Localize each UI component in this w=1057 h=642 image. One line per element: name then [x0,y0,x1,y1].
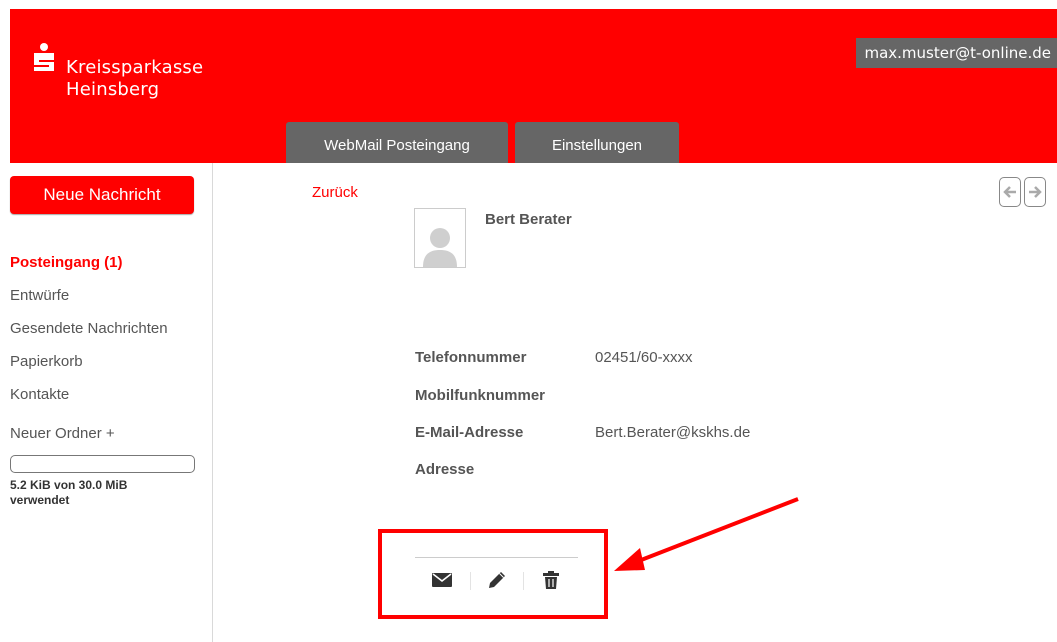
previous-button[interactable] [999,177,1021,207]
folder-drafts[interactable]: Entwürfe [10,284,168,317]
contact-avatar [414,208,466,268]
person-placeholder-icon [423,228,457,267]
next-button[interactable] [1024,177,1046,207]
brand-name-line1: Kreissparkasse [66,57,204,78]
phone-value: 02451/60-xxxx [595,349,693,366]
address-label: Adresse [415,461,475,478]
email-label: E-Mail-Adresse [415,424,524,441]
brand-name-line2: Heinsberg [66,79,160,100]
app-header: Kreissparkasse Heinsberg max.muster@t-on… [10,9,1057,163]
tab-settings[interactable]: Einstellungen [515,122,679,163]
arrow-left-icon [1003,186,1016,198]
phone-label: Telefonnummer [415,349,527,366]
annotation-arrow-icon [614,497,799,571]
arrow-right-icon [1029,186,1042,198]
contact-name: Bert Berater [485,211,572,228]
mobile-label: Mobilfunknummer [415,387,545,404]
folder-list: Posteingang (1) Entwürfe Gesendete Nachr… [10,251,168,416]
folder-contacts[interactable]: Kontakte [10,383,168,416]
sidebar-divider [212,163,213,642]
new-folder-link[interactable]: Neuer Ordner + [10,424,115,444]
user-email-badge[interactable]: max.muster@t-online.de [856,38,1057,68]
back-link[interactable]: Zurück [312,184,358,202]
brand-logo[interactable]: Kreissparkasse Heinsberg [32,43,203,101]
storage-quota-bar [10,455,195,473]
sparkasse-s-icon [34,43,54,71]
new-message-button[interactable]: Neue Nachricht [10,176,194,214]
message-navigation [999,177,1046,207]
storage-quota-text: 5.2 KiB von 30.0 MiB verwendet [10,478,128,507]
folder-trash[interactable]: Papierkorb [10,350,168,383]
folder-sent[interactable]: Gesendete Nachrichten [10,317,168,350]
annotation-highlight-box [378,529,608,619]
folder-inbox[interactable]: Posteingang (1) [10,251,168,284]
email-value[interactable]: Bert.Berater@kskhs.de [595,424,750,442]
tab-webmail-inbox[interactable]: WebMail Posteingang [286,122,508,163]
